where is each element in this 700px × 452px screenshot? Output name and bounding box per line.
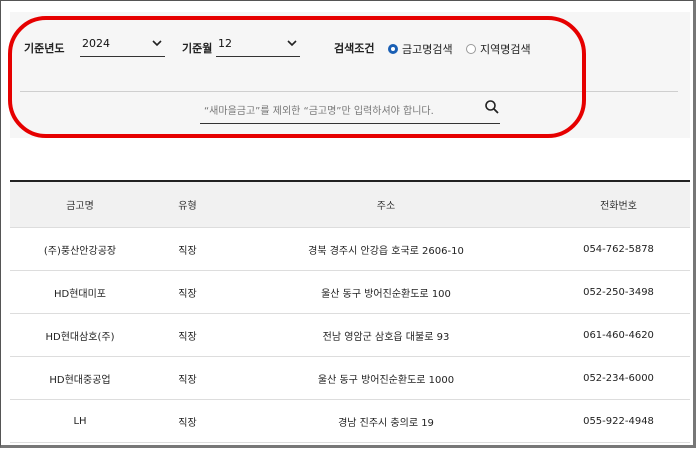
search-input[interactable]: “새마을금고”를 제외한 “금고명”만 입력하셔야 합니다. [200, 95, 500, 124]
cell-type: 직장 [178, 374, 197, 386]
month-select-value: 12 [218, 37, 232, 50]
table-row[interactable]: LH 직장 경남 진주시 충의로 19 055-922-4948 [10, 400, 690, 443]
cell-name: LH [73, 415, 87, 427]
header-address: 주소 [376, 201, 396, 212]
cell-address: 경남 진주시 충의로 19 [338, 417, 434, 429]
radio-region-search[interactable]: 지역명검색 [466, 41, 531, 57]
results-table: 금고명 유형 주소 전화번호 (주)풍산안강공장 직장 경북 경주시 안강읍 호… [10, 180, 690, 443]
month-label: 기준월 [182, 42, 213, 55]
chevron-down-icon [152, 40, 162, 47]
table-row[interactable]: (주)풍산안강공장 직장 경북 경주시 안강읍 호국로 2606-10 054-… [10, 228, 690, 271]
search-placeholder: “새마을금고”를 제외한 “금고명”만 입력하셔야 합니다. [204, 106, 434, 117]
cell-name: HD현대중공업 [49, 374, 111, 386]
year-label: 기준년도 [24, 42, 65, 55]
cell-type: 직장 [178, 331, 197, 343]
header-name: 금고명 [66, 201, 94, 212]
radio-name-search-label: 금고명검색 [402, 43, 453, 56]
table-row[interactable]: HD현대중공업 직장 울산 동구 방어진순환도로 1000 052-234-60… [10, 357, 690, 400]
search-condition-label: 검색조건 [334, 42, 375, 55]
panel-divider [20, 91, 678, 92]
month-select[interactable]: 12 [216, 34, 300, 57]
table-header: 금고명 유형 주소 전화번호 [10, 182, 690, 228]
cell-phone: 052-234-6000 [583, 372, 654, 384]
table-row[interactable]: HD현대미포 직장 울산 동구 방어진순환도로 100 052-250-3498 [10, 271, 690, 314]
cell-name: HD현대미포 [53, 288, 107, 300]
cell-type: 직장 [178, 417, 197, 429]
table-row[interactable]: HD현대삼호(주) 직장 전남 영암군 삼호읍 대불로 93 061-460-4… [10, 314, 690, 357]
cell-type: 직장 [178, 288, 197, 300]
year-select-value: 2024 [82, 37, 110, 50]
cell-address: 울산 동구 방어진순환도로 1000 [317, 374, 455, 386]
header-type: 유형 [178, 201, 197, 212]
cell-phone: 061-460-4620 [583, 329, 654, 341]
cell-phone: 055-922-4948 [583, 415, 654, 427]
chevron-down-icon [287, 40, 297, 47]
search-icon[interactable] [484, 99, 500, 115]
cell-type: 직장 [178, 245, 197, 257]
search-panel: 기준년도 2024 기준월 12 검색조건 금고명검색 지역명검색 “새마을금고… [10, 12, 690, 138]
radio-unchecked-icon [466, 44, 476, 54]
year-select[interactable]: 2024 [80, 34, 165, 57]
radio-region-search-label: 지역명검색 [480, 43, 531, 56]
cell-address: 울산 동구 방어진순환도로 100 [321, 288, 451, 300]
cell-phone: 052-250-3498 [583, 286, 654, 298]
radio-checked-icon [388, 44, 398, 54]
cell-name: HD현대삼호(주) [45, 331, 115, 343]
cell-address: 경북 경주시 안강읍 호국로 2606-10 [308, 245, 464, 257]
cell-phone: 054-762-5878 [583, 243, 654, 255]
radio-name-search[interactable]: 금고명검색 [388, 41, 453, 57]
header-phone: 전화번호 [600, 201, 637, 212]
cell-name: (주)풍산안강공장 [43, 245, 117, 257]
cell-address: 전남 영암군 삼호읍 대불로 93 [322, 331, 450, 343]
